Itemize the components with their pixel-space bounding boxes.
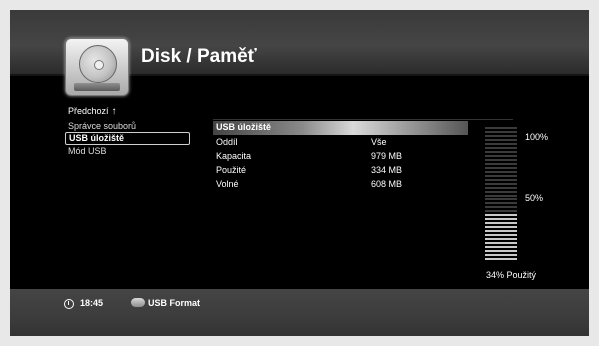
menu-item-label: Mód USB xyxy=(68,146,107,156)
gauge-segment xyxy=(485,134,517,137)
gauge-segment xyxy=(485,214,517,217)
info-row-free: Volné 608 MB xyxy=(213,177,468,191)
gauge-segment xyxy=(485,178,517,181)
menu-item-label: USB úložiště xyxy=(69,133,125,143)
back-label: Předchozí xyxy=(68,106,109,116)
gauge-segment xyxy=(485,238,517,241)
gauge-segment xyxy=(485,174,517,177)
gauge-segment xyxy=(485,166,517,169)
clock-time: 18:45 xyxy=(80,298,104,308)
info-row-capacity: Kapacita 979 MB xyxy=(213,149,468,163)
gauge-segment xyxy=(485,158,517,161)
info-value: 334 MB xyxy=(371,165,403,175)
gauge-segment xyxy=(485,234,517,237)
gauge-segment xyxy=(485,230,517,233)
page-title: Disk / Paměť xyxy=(141,46,257,67)
info-key: Oddíl xyxy=(216,137,238,147)
gauge-segment xyxy=(485,146,517,149)
footer-bar: 18:45 USB Format xyxy=(10,289,589,336)
info-row-partition: Oddíl Vše xyxy=(213,135,468,149)
gauge-segment xyxy=(485,198,517,201)
info-key: Kapacita xyxy=(216,151,252,161)
gauge-segment xyxy=(485,142,517,145)
gauge-segment xyxy=(485,154,517,157)
disk-platter-icon xyxy=(79,45,117,83)
menu-item-usb-mode[interactable]: Mód USB xyxy=(65,145,195,157)
gauge-segment xyxy=(485,162,517,165)
back-button[interactable]: Předchozí ↑ xyxy=(68,106,117,117)
menu-item-file-manager[interactable]: Správce souborů xyxy=(65,120,195,132)
gauge-segment xyxy=(485,242,517,245)
content-divider xyxy=(213,119,513,120)
usb-format-button[interactable]: USB Format xyxy=(148,298,200,308)
storage-info-title: USB úložiště xyxy=(216,122,272,132)
side-menu: Správce souborů USB úložiště Mód USB xyxy=(65,120,195,157)
tv-screen: Disk / Paměť Předchozí ↑ Správce souborů … xyxy=(10,10,589,336)
gauge-used-label: 34% Použitý xyxy=(486,270,537,280)
gauge-segment xyxy=(485,210,517,213)
gauge-segment xyxy=(485,182,517,185)
disk-base xyxy=(74,83,120,91)
gauge-segment xyxy=(485,218,517,221)
up-arrow-icon: ↑ xyxy=(111,106,117,117)
info-value: Vše xyxy=(371,137,387,147)
menu-item-label: Správce souborů xyxy=(68,121,137,131)
gauge-segment xyxy=(485,130,517,133)
screen: Disk / Paměť Předchozí ↑ Správce souborů … xyxy=(0,0,599,346)
disk-icon xyxy=(65,38,129,96)
info-row-used: Použité 334 MB xyxy=(213,163,468,177)
gauge-label-50: 50% xyxy=(525,193,544,203)
info-key: Volné xyxy=(216,179,239,189)
gauge-segment xyxy=(485,250,517,253)
gauge-segment xyxy=(485,150,517,153)
storage-info-panel: USB úložiště Oddíl Vše Kapacita 979 MB P… xyxy=(213,121,468,191)
gauge-segment xyxy=(485,170,517,173)
gauge-label-100: 100% xyxy=(525,132,549,142)
info-value: 979 MB xyxy=(371,151,403,161)
gauge-segment xyxy=(485,138,517,141)
gauge-segment xyxy=(485,127,517,129)
gauge-segment xyxy=(485,246,517,249)
gauge-segment xyxy=(485,202,517,205)
gauge-segment xyxy=(485,186,517,189)
gauge-segment xyxy=(485,194,517,197)
clock-icon xyxy=(64,299,74,309)
storage-info-header: USB úložiště xyxy=(213,121,468,135)
gauge-segment xyxy=(485,190,517,193)
gauge-segment xyxy=(485,254,517,257)
usage-gauge xyxy=(485,127,517,262)
gauge-segment xyxy=(485,206,517,209)
gauge-segment xyxy=(485,226,517,229)
gauge-segment xyxy=(485,222,517,225)
menu-item-usb-storage[interactable]: USB úložiště xyxy=(65,132,190,145)
info-key: Použité xyxy=(216,165,247,175)
usb-format-button-icon xyxy=(131,298,145,307)
gauge-segment xyxy=(485,258,517,261)
info-value: 608 MB xyxy=(371,179,403,189)
